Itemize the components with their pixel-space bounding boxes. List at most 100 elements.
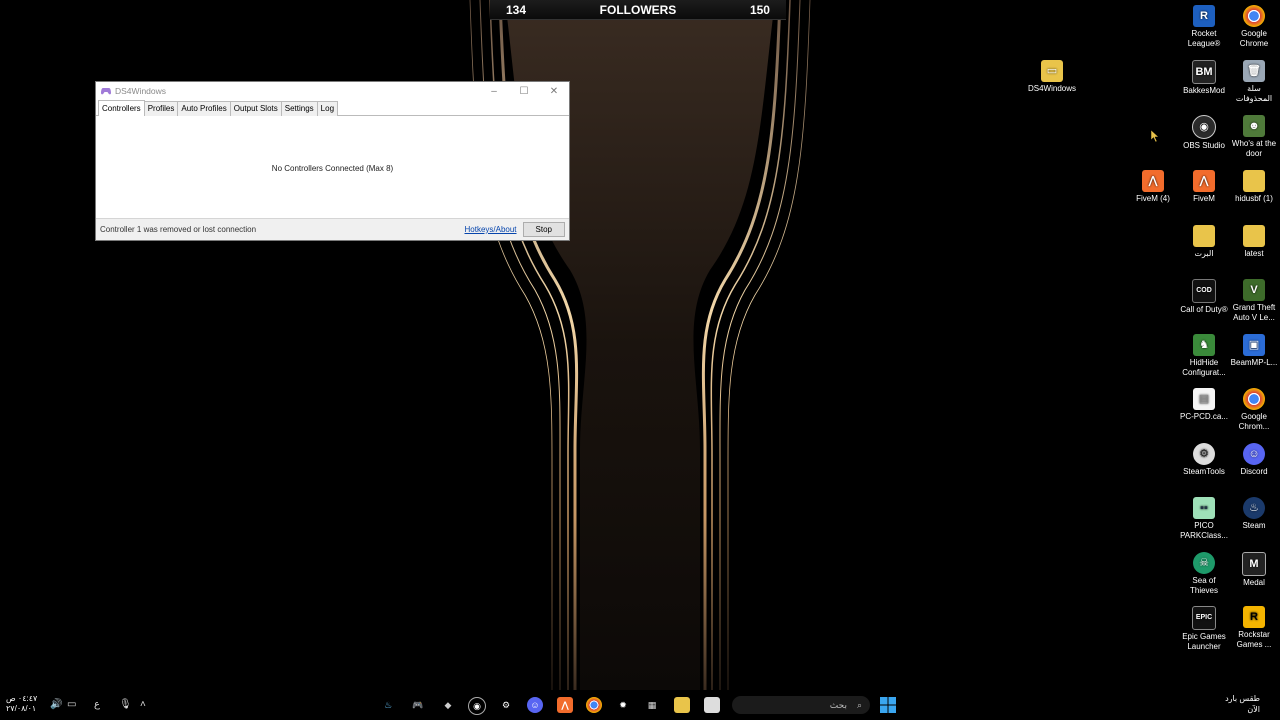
pico-park-icon: ▪▪ xyxy=(1193,497,1215,519)
desktop-icon-sea-of-thieves[interactable]: ☠ Sea of Thieves xyxy=(1178,552,1230,596)
desktop-icon-pico-park[interactable]: ▪▪ PICO PARKClass... xyxy=(1178,497,1230,541)
desktop-icon-fivem[interactable]: ⋀ FiveM xyxy=(1178,170,1230,204)
folder-icon: ▭ xyxy=(1041,60,1063,82)
desktop-icon-google-chrome-2[interactable]: Google Chrom... xyxy=(1228,388,1280,432)
taskbar-discord-icon[interactable]: ☺ xyxy=(527,697,543,713)
hotkeys-about-link[interactable]: Hotkeys/About xyxy=(465,225,517,234)
desktop-icon-folder-arabic[interactable]: البرت xyxy=(1178,225,1230,259)
fivem-icon: ⋀ xyxy=(1193,170,1215,192)
desktop-icon-fivem-4[interactable]: ⋀ FiveM (4) xyxy=(1127,170,1179,204)
hidhide-icon: ♞ xyxy=(1193,334,1215,356)
tab-auto-profiles[interactable]: Auto Profiles xyxy=(177,101,231,116)
taskbar-steam-icon[interactable]: ♨ xyxy=(380,697,396,713)
desktop-icon-bakkesmod[interactable]: BM BakkesMod xyxy=(1178,60,1230,96)
desktop-icon-steamtools[interactable]: ⚙ SteamTools xyxy=(1178,443,1230,477)
followers-right-count: 150 xyxy=(749,2,770,17)
taskbar-ds4windows-icon[interactable]: 🎮 xyxy=(410,697,426,713)
desktop-icon-latest[interactable]: latest xyxy=(1228,225,1280,259)
taskbar-search[interactable]: بحث ⌕ xyxy=(732,696,870,714)
taskbar-app-icon[interactable] xyxy=(704,697,720,713)
gamepad-icon xyxy=(101,88,111,95)
folder-icon xyxy=(1243,170,1265,192)
desktop-icon-rocket-league[interactable]: R Rocket League® xyxy=(1178,5,1230,49)
close-button[interactable]: ✕ xyxy=(539,86,569,97)
clock[interactable]: ٠٤:٤٧ ص ٢٧/٠٨/٠١ xyxy=(6,694,37,714)
weather-time: الآن xyxy=(1247,705,1260,714)
desktop-icon-pc-pcd[interactable]: ▤ PC-PCD.ca... xyxy=(1178,388,1230,422)
desktop-icon-rockstar[interactable]: R Rockstar Games ... xyxy=(1228,606,1280,650)
sea-of-thieves-icon: ☠ xyxy=(1193,552,1215,574)
followers-left-count: 134 xyxy=(506,2,527,17)
steamtools-icon: ⚙ xyxy=(1193,443,1215,465)
volume-icon[interactable]: 🔊 xyxy=(50,699,62,710)
desktop-icon-steam[interactable]: ♨ Steam xyxy=(1228,497,1280,531)
desktop-icon-obs-studio[interactable]: ◉ OBS Studio xyxy=(1178,115,1230,151)
taskbar: ٠٤:٤٧ ص ٢٧/٠٨/٠١ 🔊 ▭ ع 🎙 ˄ ♨ 🎮 ◆ ◉ ⚙ ☺ ⋀… xyxy=(0,690,1280,720)
file-icon: ▤ xyxy=(1193,388,1215,410)
taskbar-chrome-icon[interactable] xyxy=(586,697,602,713)
desktop-icon-whos-at-the-door[interactable]: ☻ Who's at the door xyxy=(1228,115,1280,159)
status-text: Controller 1 was removed or lost connect… xyxy=(100,225,257,234)
no-controllers-message: No Controllers Connected (Max 8) xyxy=(271,163,394,173)
stop-button[interactable]: Stop xyxy=(522,222,565,237)
desktop-icon-epic-games[interactable]: EPIC Epic Games Launcher xyxy=(1178,606,1230,652)
desktop-icon-recycle-bin[interactable]: 🗑 سلة المحذوفات xyxy=(1228,60,1280,104)
tab-controllers[interactable]: Controllers xyxy=(98,100,145,116)
taskbar-steamtools-icon[interactable]: ⚙ xyxy=(498,697,514,713)
microphone-icon[interactable]: 🎙 xyxy=(119,699,132,710)
steam-icon: ♨ xyxy=(1243,497,1265,519)
desktop-icon-gta-v[interactable]: V Grand Theft Auto V Le... xyxy=(1228,279,1280,323)
tab-settings[interactable]: Settings xyxy=(280,101,318,116)
search-icon: ⌕ xyxy=(856,699,862,710)
desktop-icon-ds4windows[interactable]: ▭ DS4Windows xyxy=(1026,60,1078,94)
game-icon: ☻ xyxy=(1243,115,1265,137)
desktop-icon-call-of-duty[interactable]: COD Call of Duty® xyxy=(1178,279,1230,315)
clock-time: ٠٤:٤٧ ص xyxy=(6,694,38,703)
beammp-icon: ▣ xyxy=(1243,334,1265,356)
taskbar-store-icon[interactable]: ▦ xyxy=(644,697,660,713)
clock-date: ٢٧/٠٨/٠١ xyxy=(6,704,37,713)
tab-profiles[interactable]: Profiles xyxy=(143,101,179,116)
recycle-bin-icon: 🗑 xyxy=(1243,60,1265,82)
taskbar-fivem-icon[interactable]: ⋀ xyxy=(557,697,573,713)
desktop-icon-google-chrome[interactable]: Google Chrome xyxy=(1228,5,1280,49)
minimize-button[interactable]: – xyxy=(479,86,509,97)
followers-banner: 134 FOLLOWERS 150 xyxy=(490,0,786,20)
obs-icon: ◉ xyxy=(1192,115,1216,139)
taskbar-file-explorer-icon[interactable] xyxy=(674,697,690,713)
network-icon[interactable]: ▭ xyxy=(67,699,76,710)
desktop-icon-medal[interactable]: M Medal xyxy=(1228,552,1280,588)
gta-v-icon: V xyxy=(1243,279,1265,301)
medal-icon: M xyxy=(1242,552,1266,576)
taskbar-settings-icon[interactable]: ✹ xyxy=(615,697,631,713)
window-title: DS4Windows xyxy=(115,86,167,96)
weather-condition: طقس بارد xyxy=(1225,694,1260,703)
desktop-icon-hidhide[interactable]: ♞ HidHide Configurat... xyxy=(1178,334,1230,378)
taskbar-obs-icon[interactable]: ◉ xyxy=(468,697,486,715)
maximize-button[interactable]: ☐ xyxy=(509,86,539,97)
tab-log[interactable]: Log xyxy=(316,101,339,116)
call-of-duty-icon: COD xyxy=(1192,279,1216,303)
rockstar-icon: R xyxy=(1243,606,1265,628)
bakkesmod-icon: BM xyxy=(1192,60,1216,84)
followers-title: FOLLOWERS xyxy=(599,2,677,17)
window-titlebar[interactable]: DS4Windows – ☐ ✕ xyxy=(96,82,569,100)
controllers-panel: No Controllers Connected (Max 8) xyxy=(96,116,569,220)
weather-widget[interactable]: طقس بارد الآن xyxy=(1225,693,1260,715)
tab-output-slots[interactable]: Output Slots xyxy=(229,101,282,116)
desktop-icon-beammp[interactable]: ▣ BeamMP-L... xyxy=(1228,334,1280,368)
search-placeholder: بحث xyxy=(829,699,847,710)
language-indicator[interactable]: ع xyxy=(94,699,100,710)
status-bar: Controller 1 was removed or lost connect… xyxy=(96,218,569,240)
rocket-league-icon: R xyxy=(1193,5,1215,27)
desktop-icon-discord[interactable]: ☺ Discord xyxy=(1228,443,1280,477)
discord-icon: ☺ xyxy=(1243,443,1265,465)
chrome-icon xyxy=(1243,5,1265,27)
windows-start-icon[interactable] xyxy=(880,697,896,713)
chevron-up-icon[interactable]: ˄ xyxy=(140,699,146,710)
taskbar-tag-icon[interactable]: ◆ xyxy=(440,697,456,713)
tab-bar: Controllers Profiles Auto Profiles Outpu… xyxy=(96,100,569,116)
desktop-icon-hidusbf[interactable]: hidusbf (1) xyxy=(1228,170,1280,204)
folder-icon xyxy=(1193,225,1215,247)
fivem-icon: ⋀ xyxy=(1142,170,1164,192)
